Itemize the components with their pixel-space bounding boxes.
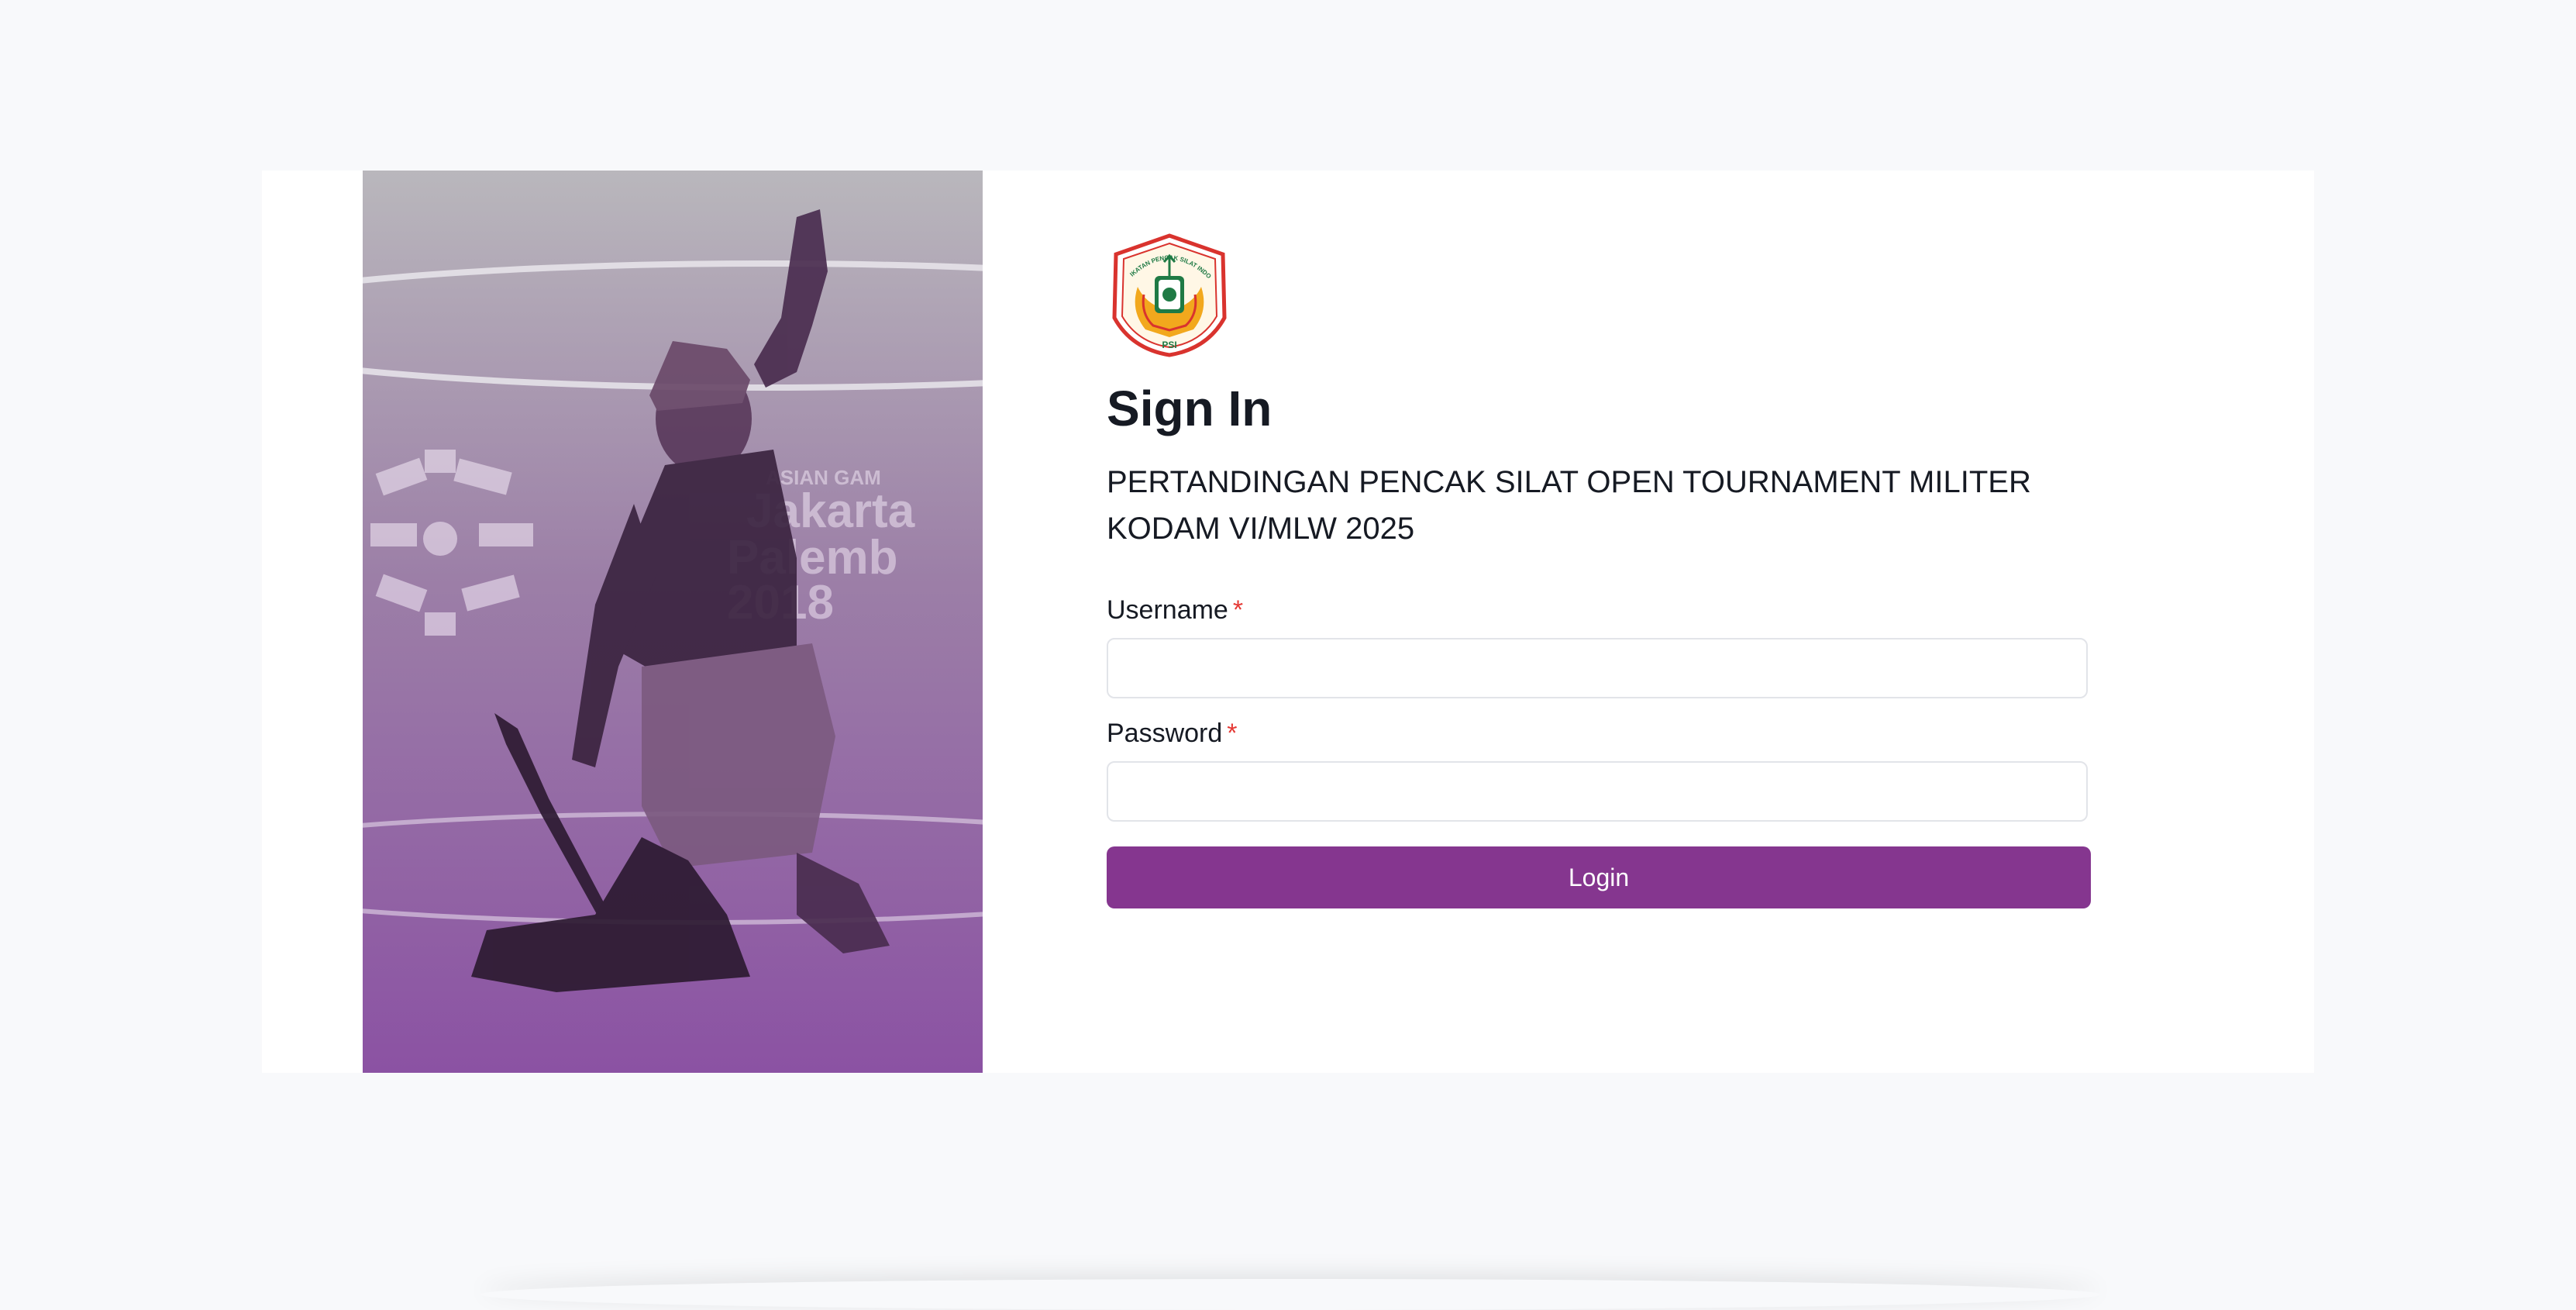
login-button[interactable]: Login — [1107, 846, 2091, 908]
event-subtitle: PERTANDINGAN PENCAK SILAT OPEN TOURNAMEN… — [1107, 465, 2031, 546]
pencak-silat-athlete-photo-icon: ASIAN GAM Jakarta Palemb 2018 — [363, 171, 983, 1073]
password-input[interactable] — [1107, 761, 2088, 822]
username-label-text: Username — [1107, 595, 1228, 625]
page-title: Sign In — [1107, 381, 1273, 436]
sign-in-form: PSI IKATAN PENCAK SILAT INDONESIA Sign I… — [1107, 233, 2091, 908]
required-mark: * — [1232, 595, 1244, 625]
password-label-text: Password — [1107, 719, 1223, 748]
svg-text:PSI: PSI — [1162, 340, 1176, 350]
username-label: Username * — [1107, 595, 2091, 626]
required-mark: * — [1227, 719, 1238, 748]
login-card: ASIAN GAM Jakarta Palemb 2018 — [262, 171, 2314, 1073]
username-input[interactable] — [1107, 638, 2088, 698]
ipsi-emblem-icon: PSI IKATAN PENCAK SILAT INDONESIA — [1107, 233, 1227, 357]
password-label: Password * — [1107, 719, 2091, 749]
bottom-shadow — [480, 1279, 2100, 1310]
hero-image: ASIAN GAM Jakarta Palemb 2018 — [363, 171, 983, 1073]
